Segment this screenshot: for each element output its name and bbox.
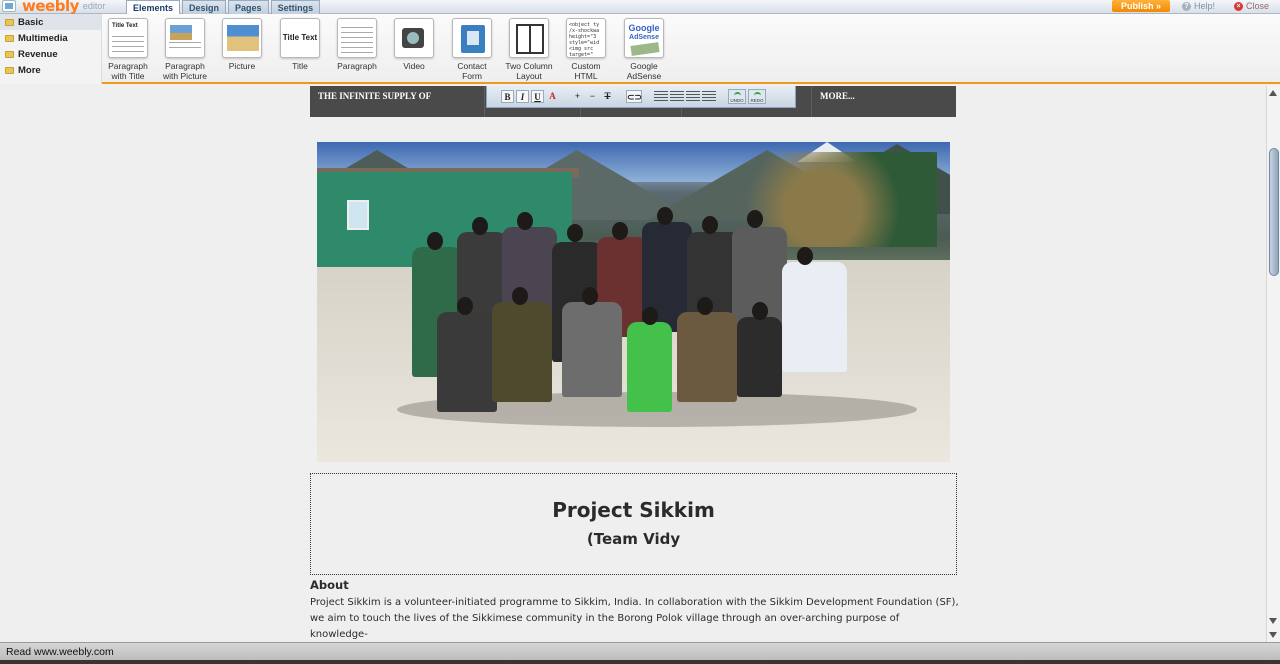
element-video[interactable]: Video	[384, 18, 444, 71]
nav-item-infinite-supply[interactable]: THE INFINITE SUPPLY OF	[310, 86, 485, 117]
element-picture[interactable]: Picture	[212, 18, 272, 71]
underline-button[interactable]: U	[531, 90, 544, 103]
category-label: Multimedia	[18, 32, 68, 44]
bold-button[interactable]: B	[501, 90, 514, 103]
category-label: Basic	[18, 16, 44, 28]
scroll-thumb[interactable]	[1269, 148, 1279, 276]
category-label: More	[18, 64, 41, 76]
category-more[interactable]: More	[0, 62, 101, 78]
tab-design[interactable]: Design	[182, 0, 227, 14]
editor-tabs: Elements Design Pages Settings	[126, 0, 322, 15]
tab-pages[interactable]: Pages	[228, 0, 269, 14]
element-label: Custom HTML	[571, 61, 601, 81]
element-two-column-layout[interactable]: Two Column Layout	[499, 18, 559, 81]
help-button[interactable]: ? Help!	[1182, 0, 1215, 12]
element-custom-html[interactable]: <object ty /x-shockwa height="3 style="w…	[556, 18, 616, 81]
close-button[interactable]: × Close	[1234, 0, 1269, 12]
format-toolbar: B I U A + − T ⊂⊃ UNDO REDO	[486, 86, 796, 108]
logo-subtext: editor	[82, 1, 106, 11]
element-contact-form[interactable]: Contact Form	[442, 18, 502, 81]
element-label: Video	[403, 61, 425, 71]
element-label: Paragraph with Picture	[163, 61, 207, 81]
page-title[interactable]: Project Sikkim	[311, 498, 956, 522]
element-label: Picture	[228, 61, 256, 71]
folder-icon	[5, 34, 14, 42]
align-right-icon[interactable]	[686, 91, 700, 102]
increase-size-button[interactable]: +	[571, 90, 584, 103]
element-paragraph-with-picture[interactable]: Paragraph with Picture	[155, 18, 215, 81]
redo-button[interactable]: REDO	[748, 89, 766, 104]
elements-panel: Basic Multimedia Revenue More Title Text…	[0, 14, 1280, 84]
contact-form-icon	[452, 18, 492, 58]
picture-icon	[222, 18, 262, 58]
adsense-icon: Google AdSense	[624, 18, 664, 58]
page-subtitle[interactable]: (Team Vidy	[311, 530, 956, 548]
window-bottom-edge	[0, 660, 1280, 664]
element-google-adsense[interactable]: Google AdSense Google AdSense	[614, 18, 674, 81]
group-photo[interactable]	[317, 142, 950, 462]
close-label: Close	[1246, 1, 1270, 11]
element-label: Google AdSense	[626, 61, 662, 81]
publish-button[interactable]: Publish »	[1112, 0, 1170, 12]
thumb-code: <object ty /x-shockwa height="3 style="w…	[569, 22, 600, 58]
about-paragraph[interactable]: Project Sikkim is a volunteer-initiated …	[310, 595, 960, 642]
category-label: Revenue	[18, 48, 58, 60]
thumb-title: Title Text	[112, 23, 138, 29]
element-label: Paragraph with Title	[108, 61, 148, 81]
element-paragraph-with-title[interactable]: Title Text Paragraph with Title	[98, 18, 158, 81]
vertical-scrollbar[interactable]	[1266, 86, 1280, 642]
align-justify-icon[interactable]	[702, 91, 716, 102]
element-title[interactable]: Title Text Title	[270, 18, 330, 71]
italic-button[interactable]: I	[516, 90, 529, 103]
custom-html-icon: <object ty /x-shockwa height="3 style="w…	[566, 18, 606, 58]
undo-button[interactable]: UNDO	[728, 89, 746, 104]
element-paragraph[interactable]: Paragraph	[327, 18, 387, 71]
title-element[interactable]: Project Sikkim (Team Vidy	[310, 473, 957, 575]
font-color-button[interactable]: A	[546, 90, 559, 103]
align-left-icon[interactable]	[654, 91, 668, 102]
thumb-title: Google	[628, 23, 660, 33]
element-label: Title	[292, 61, 308, 71]
weebly-logo[interactable]: weebly editor	[2, 0, 106, 15]
thumb-title: Title Text	[282, 33, 318, 42]
element-label: Two Column Layout	[505, 61, 553, 81]
paragraph-icon	[337, 18, 377, 58]
help-label: Help!	[1194, 1, 1216, 11]
decrease-size-button[interactable]: −	[586, 90, 599, 103]
site-navigation: THE INFINITE SUPPLY OF MORE... B I U A +…	[310, 86, 956, 117]
help-icon: ?	[1182, 1, 1191, 11]
photo-crowd	[412, 202, 862, 412]
close-icon: ×	[1234, 1, 1243, 11]
nav-item-more[interactable]: MORE...	[812, 86, 956, 117]
category-revenue[interactable]: Revenue	[0, 46, 101, 62]
clear-format-button[interactable]: T	[601, 90, 614, 103]
browser-status-bar: Read www.weebly.com	[0, 642, 1280, 660]
scroll-down-icon[interactable]	[1269, 618, 1277, 624]
link-icon[interactable]: ⊂⊃	[626, 90, 642, 103]
weebly-logo-icon	[2, 0, 16, 12]
video-icon	[394, 18, 434, 58]
align-center-icon[interactable]	[670, 91, 684, 102]
element-label: Contact Form	[457, 61, 487, 81]
editor-top-bar: weebly editor Elements Design Pages Sett…	[0, 0, 1280, 15]
two-column-icon	[509, 18, 549, 58]
category-basic[interactable]: Basic	[0, 14, 101, 30]
folder-icon	[5, 18, 14, 26]
tab-settings[interactable]: Settings	[270, 0, 321, 14]
tab-elements[interactable]: Elements	[126, 0, 181, 15]
scroll-up-icon[interactable]	[1269, 90, 1277, 96]
page-canvas: THE INFINITE SUPPLY OF MORE... B I U A +…	[0, 86, 1266, 642]
element-label: Paragraph	[337, 61, 377, 71]
logo-text: weebly	[22, 0, 79, 15]
category-list: Basic Multimedia Revenue More	[0, 14, 102, 84]
thumb-subtitle: AdSense	[629, 34, 659, 41]
folder-icon	[5, 50, 14, 58]
folder-icon	[5, 66, 14, 74]
category-multimedia[interactable]: Multimedia	[0, 30, 101, 46]
about-heading[interactable]: About	[310, 578, 349, 592]
scroll-down-icon[interactable]	[1269, 632, 1277, 638]
title-icon: Title Text	[280, 18, 320, 58]
paragraph-picture-icon	[165, 18, 205, 58]
paragraph-title-icon: Title Text	[108, 18, 148, 58]
